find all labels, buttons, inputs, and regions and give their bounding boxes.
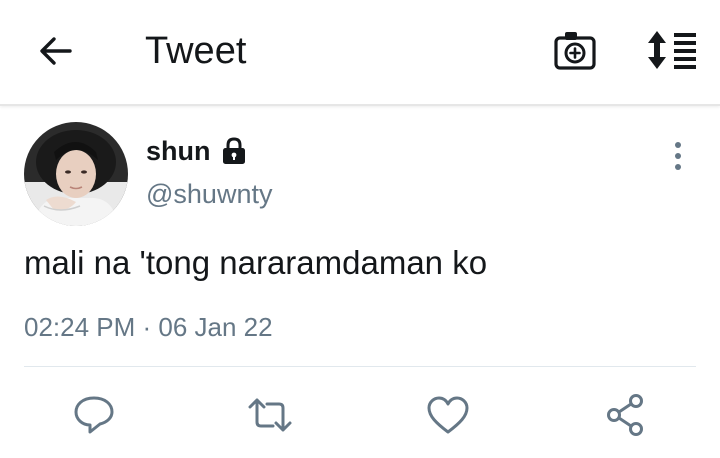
app-bar: Tweet [0,0,720,106]
retweet-button[interactable] [246,392,294,438]
retweet-icon [248,398,292,432]
more-options-button[interactable] [664,140,692,174]
tweet-text: mali na 'tong nararamdaman ko [24,244,488,281]
reply-icon [74,396,114,434]
back-button[interactable] [34,30,78,74]
arrow-left-icon [40,37,72,65]
page-title: Tweet [145,30,247,72]
display-name[interactable]: shun [146,136,211,167]
more-vertical-icon [675,142,681,170]
heart-icon [427,396,469,434]
reply-button[interactable] [70,392,118,438]
lock-icon [221,137,247,165]
user-handle[interactable]: @shuwnty [146,179,272,210]
camera-plus-icon [554,32,596,70]
like-button[interactable] [424,392,472,438]
profile-photo-image [24,122,128,226]
avatar[interactable] [24,122,128,226]
author-name-row: shun [146,134,247,168]
tweet-timestamp: 02:24 PM · 06 Jan 22 [24,312,273,342]
sort-list-icon [648,31,696,69]
sort-button[interactable] [644,28,700,72]
divider [24,366,696,367]
camera-button[interactable] [552,29,600,73]
share-icon [607,394,643,436]
share-button[interactable] [602,392,650,438]
